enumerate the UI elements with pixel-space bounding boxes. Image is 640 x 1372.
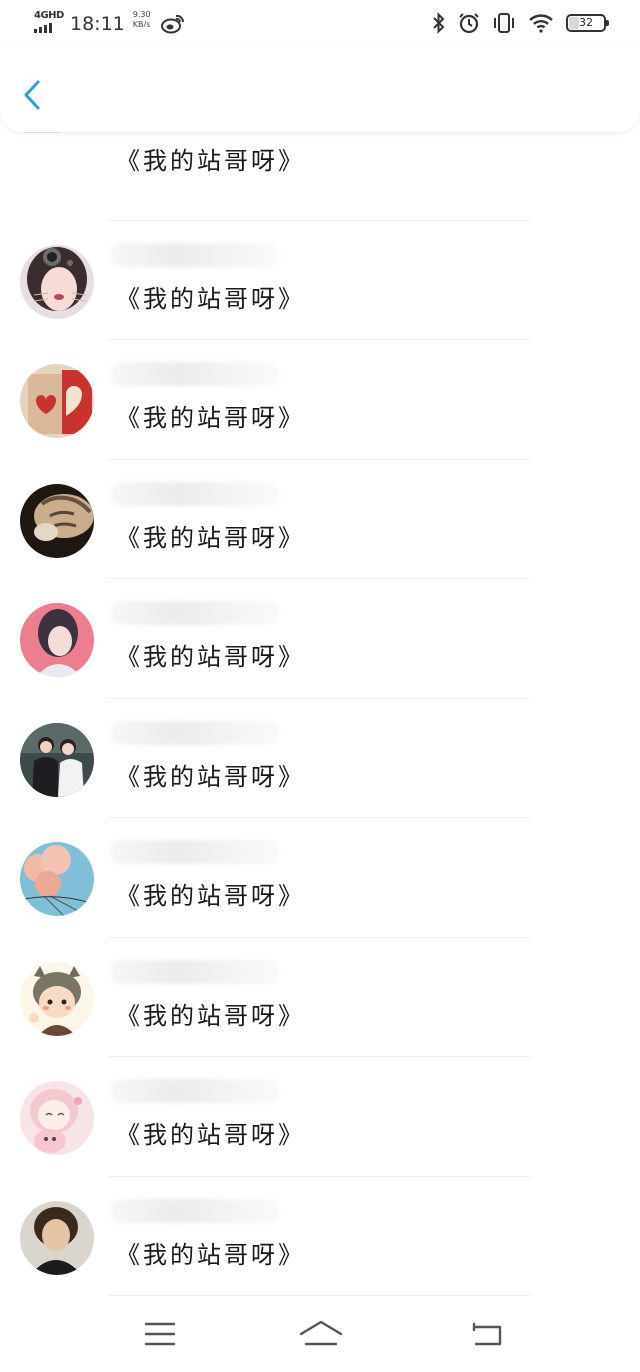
item-title: 《我的站哥呀》: [116, 404, 305, 432]
item-title: 《我的站哥呀》: [116, 523, 305, 552]
list-item[interactable]: 《我的站哥呀》: [0, 340, 640, 460]
pink-anime-avatar: [20, 1081, 94, 1155]
network-speed: 9.30 KB/s: [133, 10, 151, 30]
list-item[interactable]: 《我的站哥呀》: [0, 938, 640, 1057]
couple-avatar: [20, 722, 94, 797]
list-item[interactable]: 《我的站哥呀》: [0, 699, 640, 818]
item-title: 《我的站哥呀》: [116, 643, 305, 671]
username-blurred: [110, 242, 280, 267]
username-blurred: [110, 1198, 280, 1223]
battery-icon: 32: [566, 14, 609, 32]
wifi-icon: [529, 14, 553, 33]
list-item[interactable]: 《我的站哥呀》: [0, 1057, 640, 1177]
username-blurred: [110, 959, 280, 984]
item-title: 《我的站哥呀》: [116, 762, 305, 791]
avatar[interactable]: [20, 1200, 94, 1275]
girl-cat-filter-avatar: [20, 244, 94, 319]
bottom-nav: [0, 1298, 640, 1372]
username-blurred: [110, 481, 280, 506]
list-item[interactable]: 《我的站哥呀》: [0, 460, 640, 579]
cat-avatar: [20, 483, 94, 558]
item-title: 《我的站哥呀》: [116, 882, 305, 910]
curly-boy-avatar: [20, 1200, 94, 1275]
list-item[interactable]: 《我的站哥呀》: [0, 221, 640, 340]
username-blurred: [110, 601, 280, 625]
item-title: 《我的站哥呀》: [116, 284, 305, 313]
username-blurred: [110, 1079, 280, 1103]
balloon-sky-avatar: [20, 842, 94, 916]
list-item[interactable]: 《我的站哥呀》: [0, 1177, 640, 1296]
item-title: 《我的站哥呀》: [116, 1001, 305, 1030]
divider: [108, 1295, 530, 1296]
totoro-boy-avatar: [20, 961, 94, 1036]
item-title: 《我的站哥呀》: [116, 147, 305, 175]
back-button[interactable]: [18, 76, 50, 116]
avatar[interactable]: [20, 722, 94, 797]
user-list: 《我的站哥呀》 《我的站哥呀》 《我的站哥呀》 《我的站哥呀》 《我的站哥呀》 …: [0, 79, 640, 1296]
weibo-icon: [160, 14, 184, 34]
avatar[interactable]: [20, 603, 94, 677]
item-title: 《我的站哥呀》: [116, 1121, 305, 1149]
pink-girl-avatar: [20, 603, 94, 677]
status-time: 18:11: [70, 13, 125, 35]
menu-button[interactable]: [140, 1316, 180, 1352]
network-type: 4GHD: [34, 10, 64, 21]
network-speed-value: 9.30: [132, 10, 151, 19]
vibrate-icon: [494, 13, 514, 33]
network-indicator: 4GHD: [34, 10, 64, 33]
status-right: 32: [432, 12, 609, 34]
avatar[interactable]: [20, 364, 94, 438]
menu-icon: [144, 1322, 176, 1346]
heart-box-avatar: [20, 364, 94, 438]
avatar[interactable]: [20, 842, 94, 916]
list-item[interactable]: 《我的站哥呀》: [0, 579, 640, 699]
status-bar: 4GHD 18:11 9.30 KB/s 32: [0, 0, 640, 48]
return-icon: [472, 1322, 502, 1346]
return-button[interactable]: [466, 1316, 506, 1352]
bluetooth-icon: [433, 12, 445, 34]
app-header: [0, 48, 640, 132]
battery-level: 32: [579, 16, 593, 29]
home-button[interactable]: [298, 1316, 344, 1352]
alarm-icon: [459, 13, 479, 34]
network-speed-unit: KB/s: [132, 20, 151, 29]
home-icon: [299, 1320, 343, 1346]
status-left: 4GHD 18:11 9.30 KB/s: [34, 10, 185, 38]
username-blurred: [110, 362, 280, 386]
signal-icon: [34, 23, 64, 33]
avatar[interactable]: [20, 1081, 94, 1155]
avatar[interactable]: [20, 244, 94, 319]
item-title: 《我的站哥呀》: [116, 1240, 305, 1269]
avatar[interactable]: [20, 961, 94, 1036]
chevron-left-icon: [24, 80, 40, 110]
avatar[interactable]: [20, 483, 94, 558]
username-blurred: [110, 720, 280, 745]
username-blurred: [110, 840, 280, 864]
list-item[interactable]: 《我的站哥呀》: [0, 818, 640, 938]
